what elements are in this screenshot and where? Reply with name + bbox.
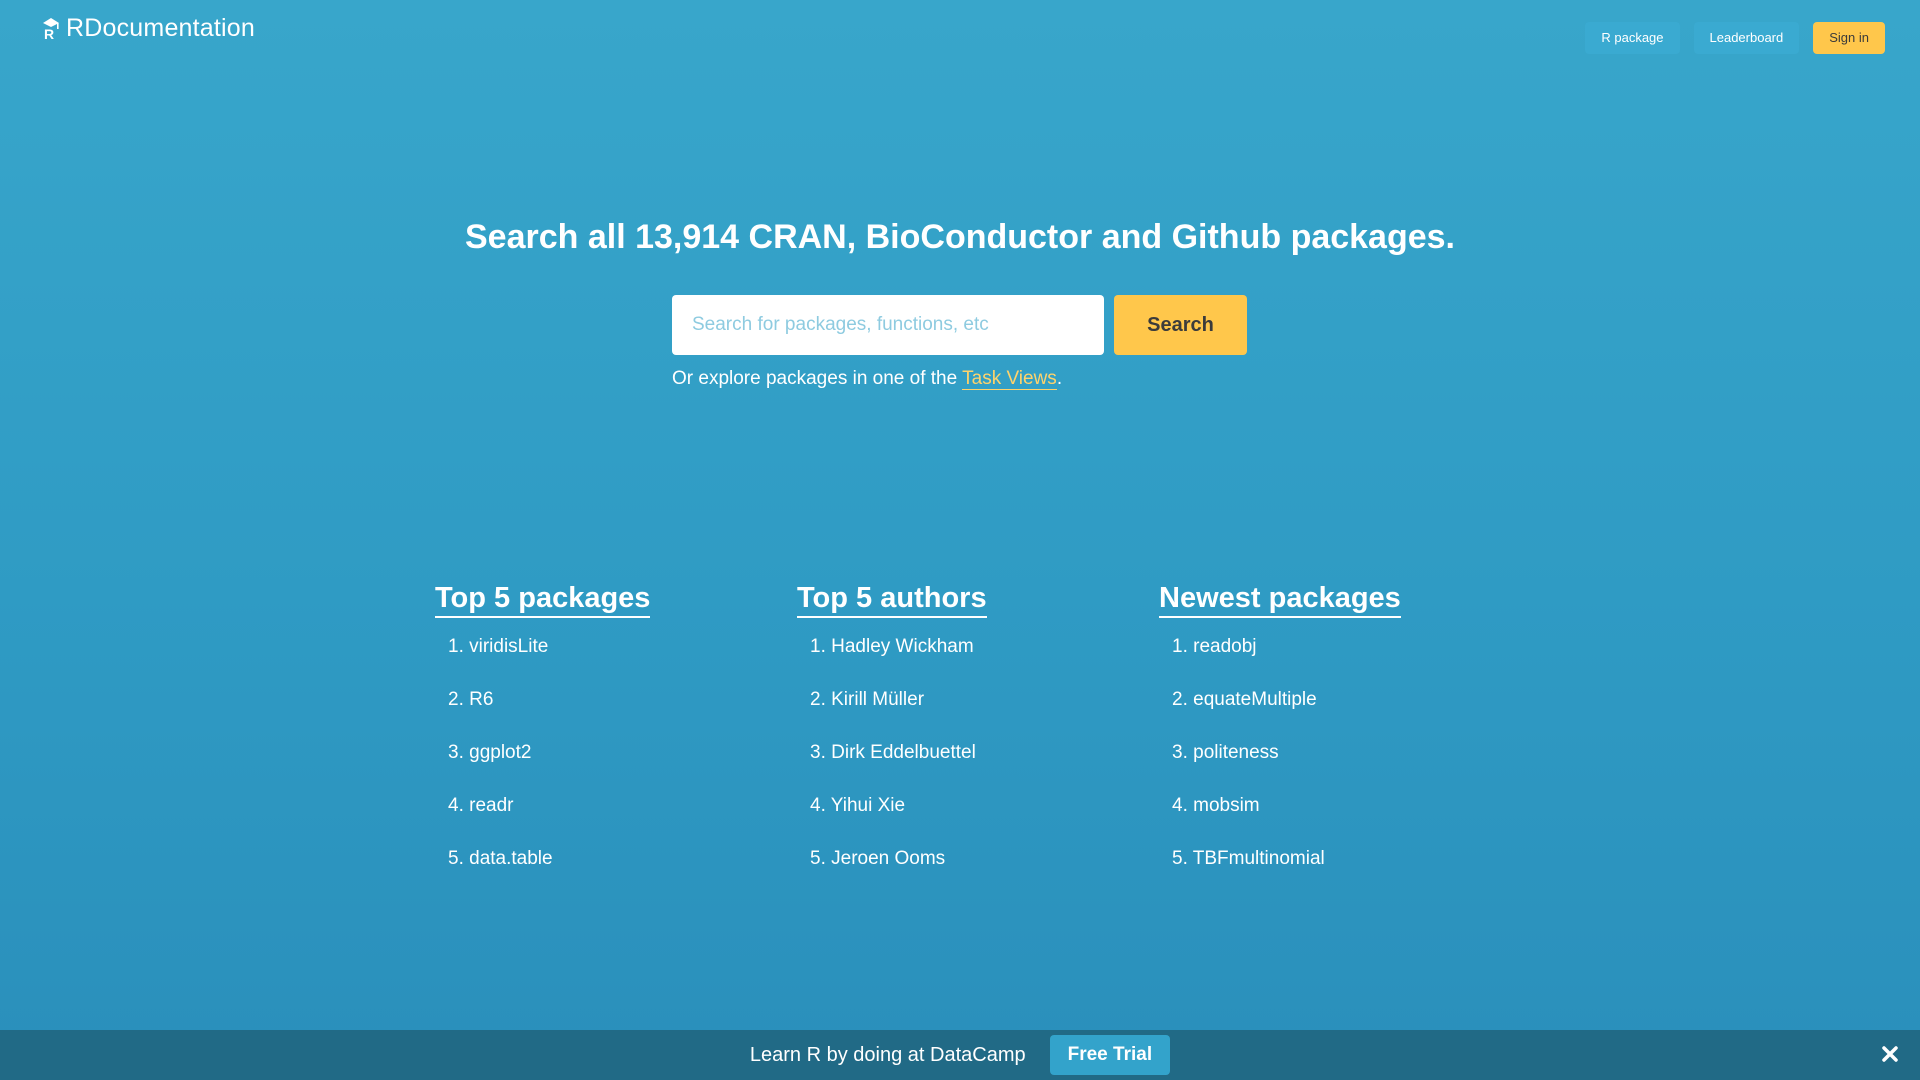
package-link[interactable]: 4. readr (448, 795, 513, 816)
author-link[interactable]: 2. Kirill Müller (810, 689, 924, 710)
top-authors-column: Top 5 authors 1. Hadley Wickham 2. Kiril… (797, 580, 1159, 897)
graduation-cap-r-icon: R (42, 17, 60, 42)
task-views-link[interactable]: Task Views (962, 368, 1057, 390)
author-link[interactable]: 3. Dirk Eddelbuettel (810, 742, 976, 763)
list-item: 4. Yihui Xie (810, 791, 1159, 844)
package-link[interactable]: 4. mobsim (1172, 795, 1260, 816)
top-packages-list: 1. viridisLite 2. R6 3. ggplot2 4. readr… (435, 632, 797, 897)
package-link[interactable]: 2. R6 (448, 689, 493, 710)
list-item: 3. politeness (1172, 738, 1521, 791)
banner-text: Learn R by doing at DataCamp (749, 1043, 1026, 1066)
search-bar: Search (672, 295, 1247, 355)
top-lists: Top 5 packages 1. viridisLite 2. R6 3. g… (435, 580, 1521, 897)
package-link[interactable]: 3. politeness (1172, 742, 1279, 763)
author-link[interactable]: 1. Hadley Wickham (810, 636, 974, 657)
list-item: 4. readr (448, 791, 797, 844)
list-item: 1. viridisLite (448, 632, 797, 685)
top-packages-column: Top 5 packages 1. viridisLite 2. R6 3. g… (435, 580, 797, 897)
explore-suffix: . (1056, 368, 1063, 389)
top-nav: R package Leaderboard Sign in (1585, 22, 1885, 54)
list-item: 1. readobj (1172, 632, 1521, 685)
list-item: 2. R6 (448, 685, 797, 738)
list-item: 4. mobsim (1172, 791, 1521, 844)
list-item: 3. ggplot2 (448, 738, 797, 791)
explore-text: Or explore packages in one of the Task V… (672, 368, 1062, 390)
logo[interactable]: R RDocumentation (42, 14, 255, 43)
datacamp-banner: Learn R by doing at DataCamp Free Trial (0, 1030, 1920, 1080)
package-link[interactable]: 2. equateMultiple (1172, 689, 1317, 710)
author-link[interactable]: 4. Yihui Xie (810, 795, 905, 816)
hero-title: Search all 13,914 CRAN, BioConductor and… (464, 218, 1456, 256)
close-icon[interactable] (1878, 1042, 1902, 1066)
newest-packages-list: 1. readobj 2. equateMultiple 3. politene… (1159, 632, 1521, 897)
top-authors-heading[interactable]: Top 5 authors (797, 580, 987, 618)
sign-in-button[interactable]: Sign in (1813, 22, 1885, 54)
r-package-button[interactable]: R package (1585, 22, 1680, 54)
list-item: 2. equateMultiple (1172, 685, 1521, 738)
search-input[interactable] (672, 295, 1104, 355)
list-item: 2. Kirill Müller (810, 685, 1159, 738)
list-item: 1. Hadley Wickham (810, 632, 1159, 685)
svg-text:R: R (44, 26, 54, 41)
top-authors-list: 1. Hadley Wickham 2. Kirill Müller 3. Di… (797, 632, 1159, 897)
leaderboard-button[interactable]: Leaderboard (1693, 22, 1800, 54)
header: R RDocumentation R package Leaderboard S… (0, 0, 1920, 80)
logo-text: RDocumentation (66, 14, 256, 42)
package-link[interactable]: 1. viridisLite (448, 636, 548, 657)
package-link[interactable]: 5. TBFmultinomial (1172, 848, 1325, 869)
explore-prefix: Or explore packages in one of the (672, 368, 963, 389)
list-item: 3. Dirk Eddelbuettel (810, 738, 1159, 791)
free-trial-button[interactable]: Free Trial (1049, 1035, 1171, 1075)
newest-packages-column: Newest packages 1. readobj 2. equateMult… (1159, 580, 1521, 897)
list-item: 5. Jeroen Ooms (810, 844, 1159, 897)
package-link[interactable]: 3. ggplot2 (448, 742, 531, 763)
newest-packages-heading[interactable]: Newest packages (1159, 580, 1401, 618)
author-link[interactable]: 5. Jeroen Ooms (810, 848, 945, 869)
package-link[interactable]: 5. data.table (448, 848, 553, 869)
list-item: 5. data.table (448, 844, 797, 897)
package-link[interactable]: 1. readobj (1172, 636, 1257, 657)
search-button[interactable]: Search (1114, 295, 1247, 355)
list-item: 5. TBFmultinomial (1172, 844, 1521, 897)
top-packages-heading[interactable]: Top 5 packages (435, 580, 651, 618)
